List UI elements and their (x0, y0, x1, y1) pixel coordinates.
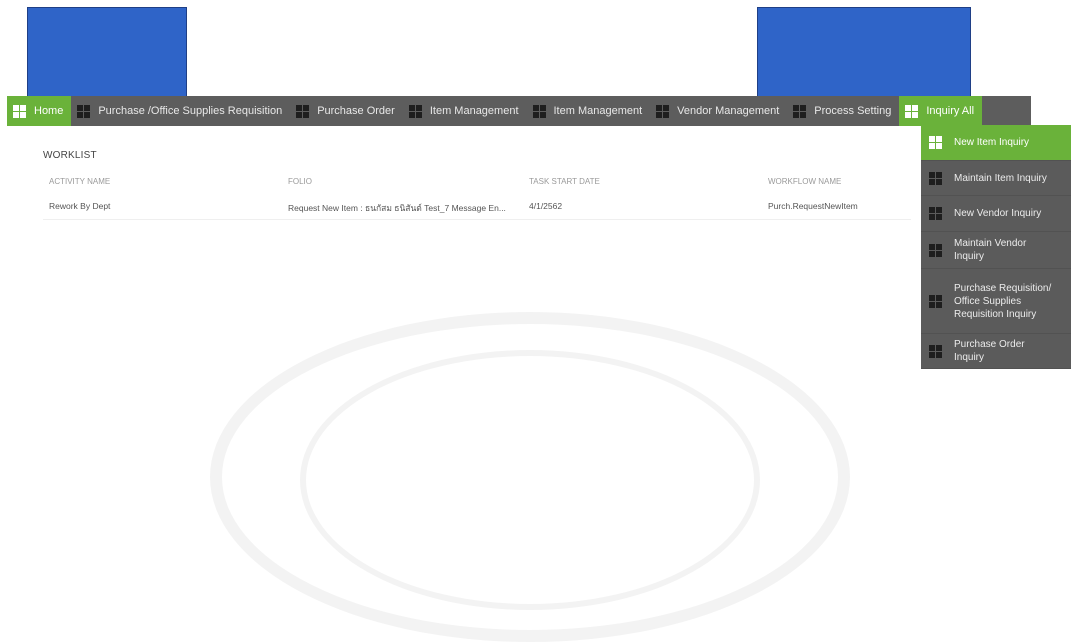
menu-item-new-item-inquiry[interactable]: New Item Inquiry (921, 125, 1071, 161)
tiles-icon (296, 104, 310, 118)
tiles-icon (929, 171, 942, 185)
nav-vendor-management[interactable]: Vendor Management (650, 96, 787, 126)
nav-label: Item Management (553, 105, 643, 117)
tiles-icon (532, 104, 546, 118)
cell-folio[interactable]: Request New Item : ธนกัสม ธนิสันต์ Test_… (288, 201, 506, 215)
tiles-icon (793, 104, 807, 118)
menu-item-purchase-requisition-inquiry[interactable]: Purchase Requisition/ Office Supplies Re… (921, 269, 1071, 334)
row-divider (43, 219, 911, 220)
menu-item-label: Maintain Vendor Inquiry (954, 238, 1027, 262)
nav-purchase-office-supplies-requisition[interactable]: Purchase /Office Supplies Requisition (71, 96, 290, 126)
menu-item-maintain-vendor-inquiry[interactable]: Maintain Vendor Inquiry (921, 232, 1071, 269)
menu-item-label: New Item Inquiry (954, 137, 1030, 148)
nav-inquiry-all[interactable]: Inquiry All (899, 96, 983, 126)
inquiry-dropdown-menu: New Item Inquiry Maintain Item Inquiry N… (921, 125, 1071, 369)
menu-item-label: Purchase Requisition/ Office Supplies Re… (954, 282, 1052, 320)
cell-workflow-name: Purch.RequestNewItem (768, 201, 858, 211)
tiles-icon (929, 294, 942, 308)
nav-label: Item Management (429, 105, 519, 117)
menu-item-maintain-item-inquiry[interactable]: Maintain Item Inquiry (921, 161, 1071, 196)
nav-purchase-order[interactable]: Purchase Order (290, 96, 403, 126)
redacted-block-right (757, 7, 971, 98)
cell-activity-name[interactable]: Rework By Dept (49, 201, 110, 211)
col-header-task-start-date[interactable]: TASK START DATE (529, 177, 600, 186)
menu-item-new-vendor-inquiry[interactable]: New Vendor Inquiry (921, 196, 1071, 232)
tiles-icon (929, 344, 942, 358)
menu-item-label: New Vendor Inquiry (954, 208, 1042, 219)
menu-item-label: Purchase Order Inquiry (954, 339, 1025, 363)
worklist-title: WORKLIST (43, 150, 97, 161)
tiles-icon (77, 104, 91, 118)
tiles-icon (13, 104, 26, 118)
nav-label: Vendor Management (677, 105, 780, 117)
nav-label: Purchase Order (317, 105, 395, 117)
menu-item-purchase-order-inquiry[interactable]: Purchase Order Inquiry (921, 334, 1071, 369)
nav-home[interactable]: Home (7, 96, 72, 126)
tiles-icon (929, 207, 942, 220)
col-header-workflow-name[interactable]: WORKFLOW NAME (768, 177, 841, 186)
nav-label: Process Setting (814, 105, 892, 117)
nav-process-setting[interactable]: Process Setting (787, 96, 899, 126)
col-header-folio[interactable]: FOLIO (288, 177, 312, 186)
nav-item-management-1[interactable]: Item Management (403, 96, 527, 126)
nav-label: Home (34, 105, 64, 117)
tiles-icon (905, 104, 919, 118)
tiles-icon (929, 136, 942, 149)
tiles-icon (656, 104, 670, 118)
menu-item-label: Maintain Item Inquiry (954, 172, 1047, 184)
tiles-icon (408, 104, 422, 118)
cell-task-start-date: 4/1/2562 (529, 201, 563, 211)
nav-label: Purchase /Office Supplies Requisition (98, 105, 283, 117)
col-header-activity-name[interactable]: ACTIVITY NAME (49, 177, 110, 186)
tiles-icon (929, 243, 942, 257)
nav-label: Inquiry All (926, 105, 975, 117)
top-navbar: Home Purchase /Office Supplies Requisiti… (7, 96, 1031, 126)
redacted-block-left (27, 7, 187, 98)
worklist-title-wrap: WORKLIST (43, 150, 97, 161)
nav-item-management-2[interactable]: Item Management (527, 96, 651, 126)
watermark-ring-inner (300, 350, 760, 610)
